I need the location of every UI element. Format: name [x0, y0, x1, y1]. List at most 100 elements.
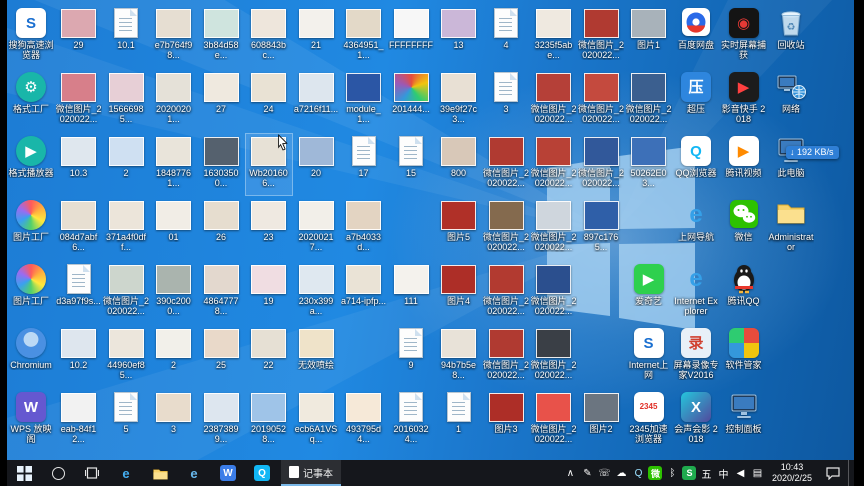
screen-recorder-icon[interactable]: 录屏幕录像专家V2016 — [673, 326, 719, 387]
desktop-icon[interactable]: 50262E03... — [626, 134, 672, 195]
picture-factory-icon[interactable]: 图片工厂 — [8, 198, 54, 259]
tray-sogou-input-icon[interactable]: S — [681, 460, 698, 486]
chromium-icon[interactable]: Chromium — [8, 326, 54, 387]
desktop-icon[interactable]: 4 — [483, 6, 529, 67]
desktop-icon[interactable]: 800 — [436, 134, 482, 195]
tray-bluetooth-icon[interactable]: ᛒ — [664, 460, 681, 486]
desktop-icon[interactable]: 22 — [246, 326, 292, 387]
desktop-icon[interactable]: 9 — [388, 326, 434, 387]
chaoya-icon[interactable]: 压超压 — [673, 70, 719, 131]
this-pc-icon[interactable]: 此电脑 — [768, 134, 814, 195]
tray-your-phone-icon[interactable]: ☏ — [596, 460, 613, 486]
desktop-icon[interactable]: 084d7abf6... — [56, 198, 102, 259]
recycle-bin-icon[interactable]: ♻ 回收站 — [768, 6, 814, 67]
desktop-icon[interactable]: 微信图片_2020022... — [578, 134, 624, 195]
desktop-icon[interactable]: 20160324... — [388, 390, 434, 451]
desktop-icon[interactable]: FFFFFFFF — [388, 6, 434, 67]
desktop-icon[interactable]: module_1... — [341, 70, 387, 131]
desktop-icon[interactable]: a714-ipfp... — [341, 262, 387, 323]
desktop-icon[interactable]: 微信图片_2020022... — [56, 70, 102, 131]
format-factory-icon[interactable]: ⚙ 格式工厂 — [8, 70, 54, 131]
taskbar-clock[interactable]: 10:43 2020/2/25 — [766, 462, 818, 484]
desktop-icon[interactable]: 371a4f0dff... — [103, 198, 149, 259]
desktop-icon[interactable]: 201444... — [388, 70, 434, 131]
tray-qq-tray-icon[interactable]: Q — [630, 460, 647, 486]
desktop-icon[interactable]: 微信图片_2020022... — [483, 134, 529, 195]
desktop-icon[interactable]: 230x399a... — [293, 262, 339, 323]
tray-volume-icon[interactable]: ◀ — [732, 460, 749, 486]
yingyin-kuaishou-icon[interactable]: ▶ 影音快手 2018 — [721, 70, 767, 131]
desktop-icon[interactable]: 48647778... — [198, 262, 244, 323]
baidu-netdisk-icon[interactable]: 百度网盘 — [673, 6, 719, 67]
desktop-icon[interactable]: 2 — [151, 326, 197, 387]
desktop-icon[interactable]: 4364951_1... — [341, 6, 387, 67]
network-speed-badge[interactable]: ↓ 192 KB/s — [786, 146, 839, 159]
tray-wubi-mode-icon[interactable]: 五 — [698, 460, 715, 486]
desktop-icon[interactable]: 10.3 — [56, 134, 102, 195]
wechat-icon[interactable]: 微信 — [721, 198, 767, 259]
iqiyi-icon[interactable]: ▶ 爱奇艺 — [626, 262, 672, 323]
desktop-icon[interactable]: 24 — [246, 70, 292, 131]
desktop-icon[interactable]: 图片5 — [436, 198, 482, 259]
desktop-icon[interactable]: 微信图片_2020022... — [578, 70, 624, 131]
desktop-icon[interactable]: 13 — [436, 6, 482, 67]
desktop-icon[interactable]: 21 — [293, 6, 339, 67]
qq-browser-icon[interactable]: Q QQ浏览器 — [673, 134, 719, 195]
taskbar-file-explorer-icon[interactable] — [143, 460, 177, 486]
desktop-icon[interactable]: 图片4 — [436, 262, 482, 323]
desktop-icon[interactable]: 20 — [293, 134, 339, 195]
desktop-icon[interactable]: 608843bc... — [246, 6, 292, 67]
taskbar-qq-icon[interactable]: Q — [245, 460, 279, 486]
desktop-icon[interactable]: 15666985... — [103, 70, 149, 131]
desktop-icon[interactable]: 23 — [246, 198, 292, 259]
desktop-icon[interactable]: 微信图片_2020022... — [531, 198, 577, 259]
tray-network-tray-icon[interactable]: ▤ — [749, 460, 766, 486]
software-manager-icon[interactable]: 软件管家 — [721, 326, 767, 387]
desktop-icon[interactable]: ecb6A1VSq... — [293, 390, 339, 451]
tray-ime-language-icon[interactable]: 中 — [715, 460, 732, 486]
desktop-icon[interactable]: 390c2000... — [151, 262, 197, 323]
picture-factory-2-icon[interactable]: 图片工厂 — [8, 262, 54, 323]
desktop-icon[interactable]: 94b7b5e8... — [436, 326, 482, 387]
2345-browser-icon[interactable]: 2345 2345加速浏览器 — [626, 390, 672, 451]
desktop-icon[interactable]: 2 — [103, 134, 149, 195]
desktop-icon[interactable]: 17 — [341, 134, 387, 195]
taskbar-wps-office-icon[interactable]: W — [211, 460, 245, 486]
desktop-icon[interactable]: 01 — [151, 198, 197, 259]
search-button[interactable] — [41, 460, 75, 486]
desktop-icon[interactable]: 23873899... — [198, 390, 244, 451]
desktop-icon[interactable]: 微信图片_2020022... — [531, 326, 577, 387]
desktop[interactable]: S 搜狗高速浏览器 29 10.1 e7b764f98... 3b84d58e... 608… — [7, 0, 854, 460]
taskbar-edge-icon[interactable]: e — [109, 460, 143, 486]
desktop-icon[interactable]: eab-84f12... — [56, 390, 102, 451]
desktop-icon[interactable]: 微信图片_2020022... — [531, 134, 577, 195]
desktop-icon[interactable]: 18487761... — [151, 134, 197, 195]
desktop-icon[interactable]: 897c1765... — [578, 198, 624, 259]
desktop-icon[interactable]: a7b4033d... — [341, 198, 387, 259]
desktop-icon[interactable]: 无效喷绘 — [293, 326, 339, 387]
taskbar-internet-explorer-icon[interactable]: e — [177, 460, 211, 486]
desktop-icon[interactable]: 20200201... — [151, 70, 197, 131]
sogou-internet-icon[interactable]: S Internet上网 — [626, 326, 672, 387]
action-center-button[interactable] — [818, 466, 848, 480]
desktop-icon[interactable]: 20190528... — [246, 390, 292, 451]
desktop-icon[interactable]: 微信图片_2020022... — [103, 262, 149, 323]
desktop-icon[interactable]: a7216f11... — [293, 70, 339, 131]
desktop-icon[interactable]: 3235f5abe... — [531, 6, 577, 67]
tencent-qq-icon[interactable]: 腾讯QQ — [721, 262, 767, 323]
desktop-icon[interactable]: 20200217... — [293, 198, 339, 259]
format-player-icon[interactable]: ▶ 格式播放器 — [8, 134, 54, 195]
desktop-icon[interactable]: e7b764f98... — [151, 6, 197, 67]
desktop-icon[interactable]: 3b84d58e... — [198, 6, 244, 67]
videostudio-icon[interactable]: X 会声会影 2018 — [673, 390, 719, 451]
tray-cloud-sync-icon[interactable]: ☁ — [613, 460, 630, 486]
desktop-icon[interactable]: 微信图片_2020022... — [626, 70, 672, 131]
tray-hidden-icons-icon[interactable]: ∧ — [562, 460, 579, 486]
desktop-icon[interactable]: 44960ef85... — [103, 326, 149, 387]
tray-wechat-tray-icon[interactable]: 微 — [647, 460, 664, 486]
desktop-icon[interactable]: 39e9f27c3... — [436, 70, 482, 131]
internet-explorer-icon[interactable]: e Internet Explorer — [673, 262, 719, 323]
desktop-icon[interactable]: 微信图片_2020022... — [531, 262, 577, 323]
desktop-icon[interactable]: 1 — [436, 390, 482, 451]
desktop-icon[interactable]: 微信图片_2020022... — [531, 390, 577, 451]
